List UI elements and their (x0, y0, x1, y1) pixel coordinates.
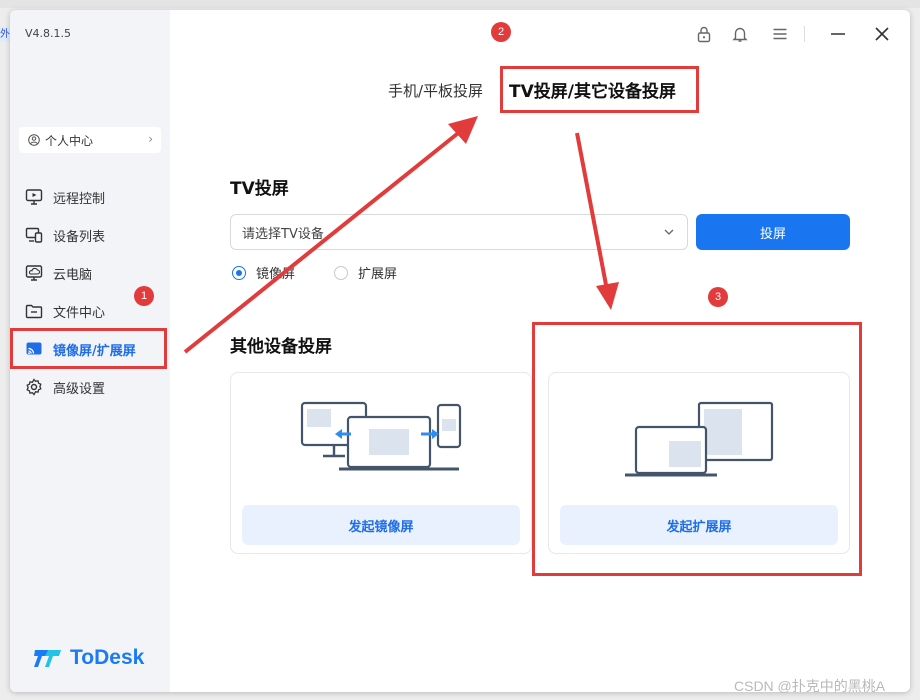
tv-cast-heading: TV投屏 (230, 179, 289, 199)
cloud-pc-icon (25, 264, 43, 282)
radio-unselected-indicator (334, 265, 348, 280)
sidebar-item-label: 远程控制 (53, 191, 106, 207)
radio-selected-indicator (232, 265, 246, 280)
device-list-icon (25, 226, 43, 244)
annotation-box-tab (500, 66, 699, 113)
sidebar-item-device-list[interactable]: 设备列表 (10, 218, 170, 252)
minimize-icon[interactable] (828, 24, 848, 44)
sidebar-item-label: 云电脑 (53, 267, 93, 283)
brand-name: ToDesk (70, 646, 145, 669)
watermark-text: CSDN @扑克中的黑桃A (734, 678, 886, 694)
annotation-box-extend-card (532, 322, 862, 576)
version-label: V4.8.1.5 (25, 27, 72, 40)
menu-icon[interactable] (770, 24, 790, 44)
lock-icon[interactable] (694, 24, 714, 44)
cast-button[interactable]: 投屏 (696, 214, 850, 250)
personal-center-button[interactable]: 个人中心 › (19, 127, 161, 153)
tab-phone-tablet-cast[interactable]: 手机/平板投屏 (388, 80, 483, 101)
annotation-box-sidebar (10, 328, 167, 369)
annotation-badge-2: 2 (491, 22, 511, 42)
sidebar-item-cloud-pc[interactable]: 云电脑 (10, 256, 170, 290)
background-strip (0, 0, 920, 8)
chevron-right-icon: › (148, 132, 153, 146)
gear-icon (25, 378, 43, 396)
tv-device-select[interactable]: 请选择TV设备 (230, 214, 688, 250)
todesk-logo: ToDesk (34, 646, 144, 670)
tv-device-select-value: 请选择TV设备 (242, 226, 324, 242)
radio-extend-screen[interactable]: 扩展屏 (334, 263, 397, 282)
background-side-tag: 外 (0, 27, 10, 42)
sidebar-item-label: 文件中心 (53, 305, 106, 321)
folder-icon (25, 302, 43, 320)
radio-extend-label: 扩展屏 (358, 267, 398, 282)
other-device-cast-heading: 其他设备投屏 (230, 337, 332, 357)
close-icon[interactable] (872, 24, 892, 44)
mirror-screen-card: 发起镜像屏 (230, 372, 532, 554)
sidebar-item-advanced-settings[interactable]: 高级设置 (10, 370, 170, 404)
sidebar-item-label: 设备列表 (53, 229, 106, 245)
titlebar-divider (804, 26, 805, 42)
mirror-screen-illustration (300, 401, 462, 471)
remote-control-icon (25, 188, 43, 206)
sidebar-item-remote-control[interactable]: 远程控制 (10, 180, 170, 214)
personal-center-label: 个人中心 (45, 133, 94, 148)
annotation-badge-3: 3 (708, 287, 728, 307)
start-mirror-button[interactable]: 发起镜像屏 (242, 505, 520, 545)
user-icon (28, 134, 40, 146)
todesk-logo-icon (34, 650, 61, 667)
cast-mode-tabs: 手机/平板投屏 TV投屏/其它设备投屏 (10, 74, 910, 104)
chevron-down-icon (664, 229, 674, 235)
radio-mirror-label: 镜像屏 (256, 267, 296, 282)
radio-mirror-screen[interactable]: 镜像屏 (232, 263, 295, 282)
bell-icon[interactable] (730, 24, 750, 44)
annotation-badge-1: 1 (134, 286, 154, 306)
sidebar-item-label: 高级设置 (53, 381, 106, 397)
